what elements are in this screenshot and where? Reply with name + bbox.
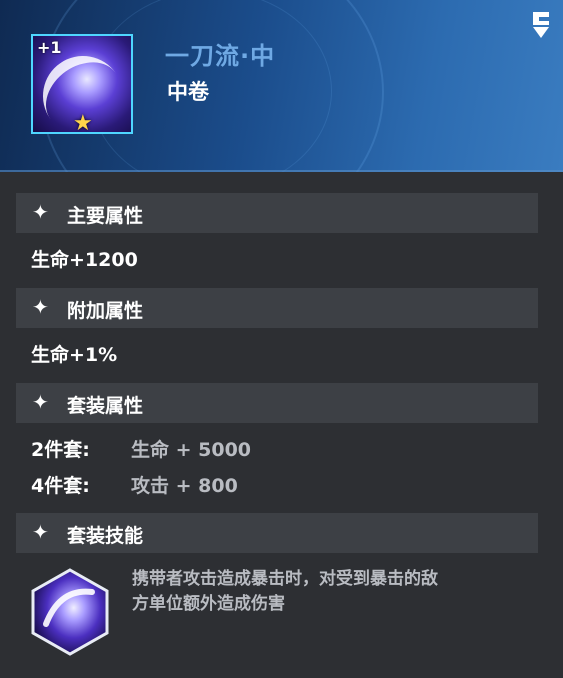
sparkle-icon: ✦ <box>32 390 49 414</box>
section-title: 主要属性 <box>67 205 144 227</box>
header-divider <box>0 170 563 172</box>
set-bonus-value: 生命 + 5000 <box>131 439 252 461</box>
section-title: 附加属性 <box>67 300 144 322</box>
skill-description-line: 携带者攻击造成暴击时，对受到暴击的敌 <box>132 569 438 589</box>
section-title: 套装属性 <box>67 395 144 417</box>
section-title: 套装技能 <box>67 525 144 547</box>
skill-icon[interactable] <box>30 568 110 656</box>
set-bonus-key: 2件套: <box>31 439 90 461</box>
star-icon: ★ <box>73 111 93 134</box>
section-extra-attributes: ✦ 附加属性 <box>16 288 538 328</box>
sparkle-icon: ✦ <box>32 520 49 544</box>
skill-description-line: 方单位额外造成伤害 <box>132 594 285 614</box>
item-rank: 中卷 <box>167 80 209 104</box>
set-bonus-value: 攻击 + 800 <box>131 475 238 497</box>
section-set-attributes: ✦ 套装属性 <box>16 383 538 423</box>
set-bonus-row: 2件套: 生命 + 5000 <box>31 435 251 462</box>
sparkle-icon: ✦ <box>32 200 49 224</box>
skill-description: 携带者攻击造成暴击时，对受到暴击的敌 方单位额外造成伤害 <box>132 567 532 617</box>
enhance-level-badge: +1 <box>37 38 62 57</box>
item-icon[interactable]: +1 ★ <box>31 34 133 134</box>
sparkle-icon: ✦ <box>32 295 49 319</box>
main-attribute-value: 生命+1200 <box>31 249 138 271</box>
set-bonus-key: 4件套: <box>31 475 90 497</box>
swap-icon[interactable] <box>527 8 555 42</box>
item-header: +1 ★ 一刀流·中 中卷 <box>0 0 563 172</box>
section-set-skill: ✦ 套装技能 <box>16 513 538 553</box>
section-main-attributes: ✦ 主要属性 <box>16 193 538 233</box>
item-name: 一刀流·中 <box>165 42 276 70</box>
set-bonus-row: 4件套: 攻击 + 800 <box>31 471 238 498</box>
extra-attribute-value: 生命+1% <box>31 344 118 366</box>
